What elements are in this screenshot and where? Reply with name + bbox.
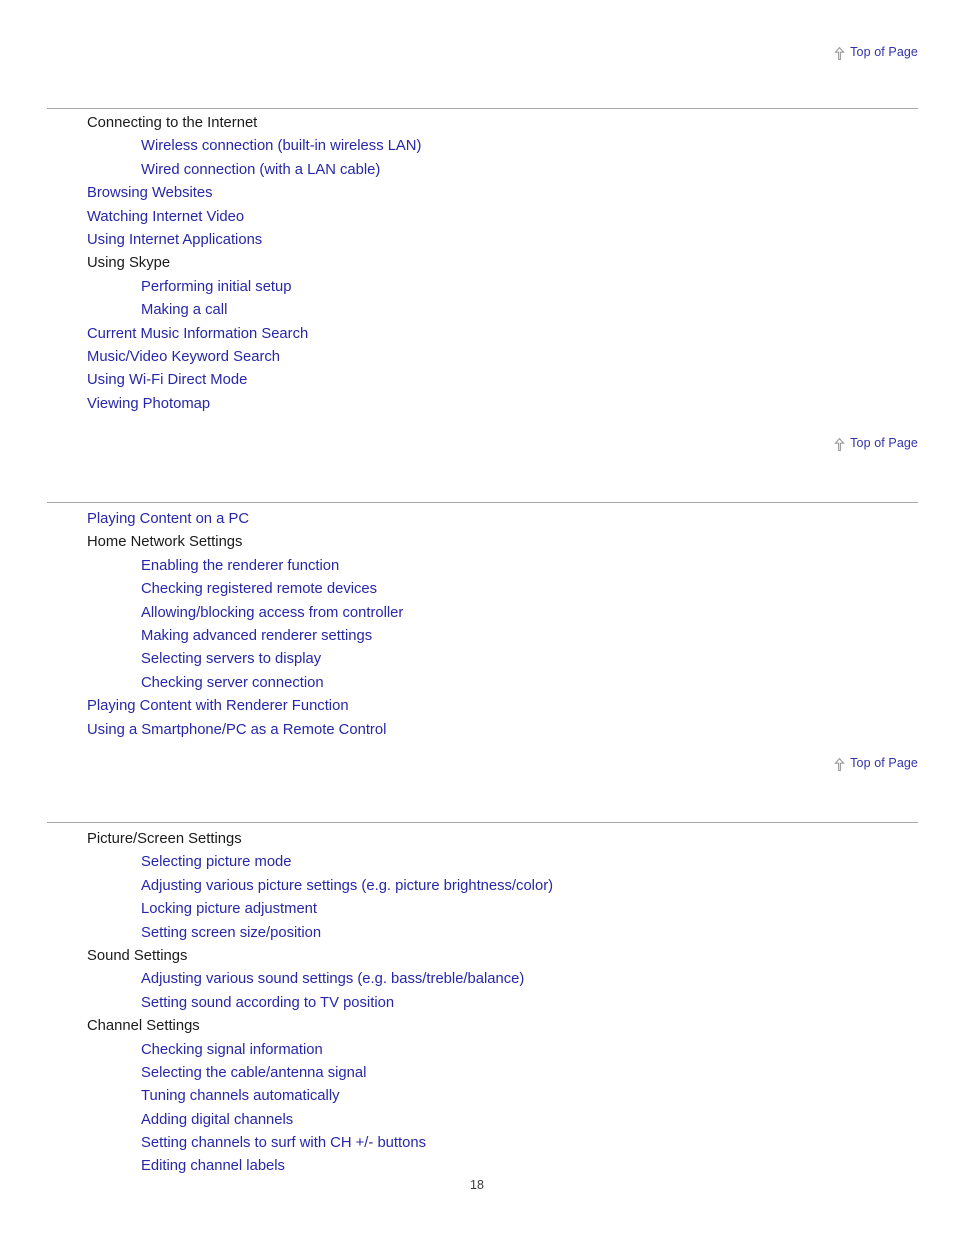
toc-entry: Using Skype bbox=[0, 252, 954, 275]
toc-entry[interactable]: Wired connection (with a LAN cable) bbox=[0, 159, 954, 182]
toc-entry[interactable]: Current Music Information Search bbox=[0, 323, 954, 346]
toc-section-network-internet: Connecting to the Internet Wireless conn… bbox=[0, 112, 954, 416]
arrow-up-icon bbox=[834, 438, 845, 451]
toc-entry[interactable]: Allowing/blocking access from controller bbox=[0, 602, 954, 625]
toc-entry-label[interactable]: Wired connection (with a LAN cable) bbox=[141, 162, 380, 178]
toc-entry[interactable]: Using a Smartphone/PC as a Remote Contro… bbox=[0, 719, 954, 742]
toc-entry-label: Home Network Settings bbox=[87, 534, 243, 551]
toc-entry-label[interactable]: Watching Internet Video bbox=[87, 209, 244, 225]
toc-entry[interactable]: Setting sound according to TV position bbox=[0, 992, 954, 1015]
toc-entry[interactable]: Making a call bbox=[0, 299, 954, 322]
toc-entry-label: Channel Settings bbox=[87, 1018, 200, 1035]
top-of-page-label: Top of Page bbox=[850, 45, 918, 59]
toc-entry[interactable]: Setting channels to surf with CH +/- but… bbox=[0, 1132, 954, 1155]
toc-entry[interactable]: Music/Video Keyword Search bbox=[0, 346, 954, 369]
toc-entry-label[interactable]: Wireless connection (built-in wireless L… bbox=[141, 138, 421, 154]
toc-entry[interactable]: Viewing Photomap bbox=[0, 393, 954, 416]
toc-entry-label[interactable]: Tuning channels automatically bbox=[141, 1088, 340, 1104]
toc-entry[interactable]: Tuning channels automatically bbox=[0, 1085, 954, 1108]
toc-entry-label[interactable]: Playing Content with Renderer Function bbox=[87, 698, 349, 714]
toc-entry[interactable]: Making advanced renderer settings bbox=[0, 625, 954, 648]
toc-entry-label[interactable]: Setting screen size/position bbox=[141, 925, 321, 941]
toc-section-settings: Picture/Screen Settings Selecting pictur… bbox=[0, 828, 954, 1179]
toc-entry-label[interactable]: Checking registered remote devices bbox=[141, 581, 377, 597]
section-divider-1 bbox=[47, 108, 918, 109]
section-divider-3 bbox=[47, 822, 918, 823]
toc-entry-label: Sound Settings bbox=[87, 947, 188, 964]
toc-entry[interactable]: Checking registered remote devices bbox=[0, 578, 954, 601]
toc-entry-label: Using Skype bbox=[87, 255, 171, 272]
top-of-page-label: Top of Page bbox=[850, 436, 918, 450]
toc-section-home-network: Playing Content on a PC Home Network Set… bbox=[0, 508, 954, 742]
toc-entry-label[interactable]: Adding digital channels bbox=[141, 1112, 293, 1128]
toc-entry[interactable]: Using Internet Applications bbox=[0, 229, 954, 252]
toc-entry-label[interactable]: Using Internet Applications bbox=[87, 232, 262, 248]
toc-entry[interactable]: Selecting the cable/antenna signal bbox=[0, 1062, 954, 1085]
toc-entry-label: Connecting to the Internet bbox=[87, 115, 258, 131]
page-number: 18 bbox=[470, 1178, 484, 1192]
toc-entry[interactable]: Selecting servers to display bbox=[0, 648, 954, 671]
toc-entry-label[interactable]: Allowing/blocking access from controller bbox=[141, 605, 403, 621]
toc-entry[interactable]: Checking server connection bbox=[0, 672, 954, 695]
toc-entry-label[interactable]: Making a call bbox=[141, 302, 227, 318]
toc-entry-label[interactable]: Editing channel labels bbox=[141, 1158, 285, 1174]
toc-entry[interactable]: Setting screen size/position bbox=[0, 922, 954, 945]
toc-entry-label[interactable]: Setting sound according to TV position bbox=[141, 995, 394, 1011]
toc-entry-label[interactable]: Browsing Websites bbox=[87, 185, 213, 201]
toc-entry[interactable]: Locking picture adjustment bbox=[0, 898, 954, 921]
toc-entry-label[interactable]: Adjusting various sound settings (e.g. b… bbox=[141, 971, 524, 987]
section-divider-2 bbox=[47, 502, 918, 503]
toc-entry: Home Network Settings bbox=[0, 531, 954, 554]
toc-entry[interactable]: Performing initial setup bbox=[0, 276, 954, 299]
top-of-page-link-3[interactable]: Top of Page bbox=[834, 756, 918, 771]
toc-entry-label[interactable]: Performing initial setup bbox=[141, 279, 292, 295]
toc-entry[interactable]: Editing channel labels bbox=[0, 1155, 954, 1178]
toc-entry-label[interactable]: Playing Content on a PC bbox=[87, 511, 249, 527]
toc-entry[interactable]: Checking signal information bbox=[0, 1039, 954, 1062]
arrow-up-icon bbox=[834, 47, 845, 60]
toc-entry-label[interactable]: Selecting picture mode bbox=[141, 854, 292, 870]
toc-entry[interactable]: Selecting picture mode bbox=[0, 851, 954, 874]
toc-entry-label[interactable]: Using a Smartphone/PC as a Remote Contro… bbox=[87, 722, 386, 738]
toc-entry[interactable]: Enabling the renderer function bbox=[0, 555, 954, 578]
toc-entry-label[interactable]: Selecting the cable/antenna signal bbox=[141, 1065, 366, 1081]
toc-entry[interactable]: Adjusting various sound settings (e.g. b… bbox=[0, 968, 954, 991]
toc-entry-label[interactable]: Using Wi-Fi Direct Mode bbox=[87, 372, 247, 388]
top-of-page-link-2[interactable]: Top of Page bbox=[834, 436, 918, 451]
toc-entry: Channel Settings bbox=[0, 1015, 954, 1038]
toc-entry-label[interactable]: Selecting servers to display bbox=[141, 651, 321, 667]
toc-entry[interactable]: Browsing Websites bbox=[0, 182, 954, 205]
document-page: Top of Page Connecting to the Internet W… bbox=[0, 0, 954, 1235]
toc-entry-label[interactable]: Checking server connection bbox=[141, 675, 324, 691]
toc-entry[interactable]: Playing Content with Renderer Function bbox=[0, 695, 954, 718]
toc-entry-label[interactable]: Checking signal information bbox=[141, 1042, 323, 1058]
toc-entry-label[interactable]: Music/Video Keyword Search bbox=[87, 349, 280, 365]
toc-entry-label[interactable]: Making advanced renderer settings bbox=[141, 628, 372, 644]
toc-entry[interactable]: Wireless connection (built-in wireless L… bbox=[0, 135, 954, 158]
toc-entry[interactable]: Playing Content on a PC bbox=[0, 508, 954, 531]
toc-entry-label[interactable]: Adjusting various picture settings (e.g.… bbox=[141, 878, 553, 894]
toc-entry-label[interactable]: Locking picture adjustment bbox=[141, 901, 317, 917]
toc-entry[interactable]: Adding digital channels bbox=[0, 1109, 954, 1132]
toc-entry-label[interactable]: Enabling the renderer function bbox=[141, 558, 339, 574]
toc-entry[interactable]: Using Wi-Fi Direct Mode bbox=[0, 369, 954, 392]
toc-entry-label[interactable]: Current Music Information Search bbox=[87, 326, 308, 342]
toc-entry-label[interactable]: Viewing Photomap bbox=[87, 396, 210, 412]
toc-entry-label[interactable]: Setting channels to surf with CH +/- but… bbox=[141, 1135, 426, 1151]
top-of-page-label: Top of Page bbox=[850, 756, 918, 770]
toc-entry: Sound Settings bbox=[0, 945, 954, 968]
toc-entry-label: Picture/Screen Settings bbox=[87, 831, 242, 847]
toc-entry: Connecting to the Internet bbox=[0, 112, 954, 135]
toc-entry: Picture/Screen Settings bbox=[0, 828, 954, 851]
arrow-up-icon bbox=[834, 758, 845, 771]
toc-entry[interactable]: Adjusting various picture settings (e.g.… bbox=[0, 875, 954, 898]
top-of-page-link-1[interactable]: Top of Page bbox=[834, 45, 918, 60]
toc-entry[interactable]: Watching Internet Video bbox=[0, 206, 954, 229]
